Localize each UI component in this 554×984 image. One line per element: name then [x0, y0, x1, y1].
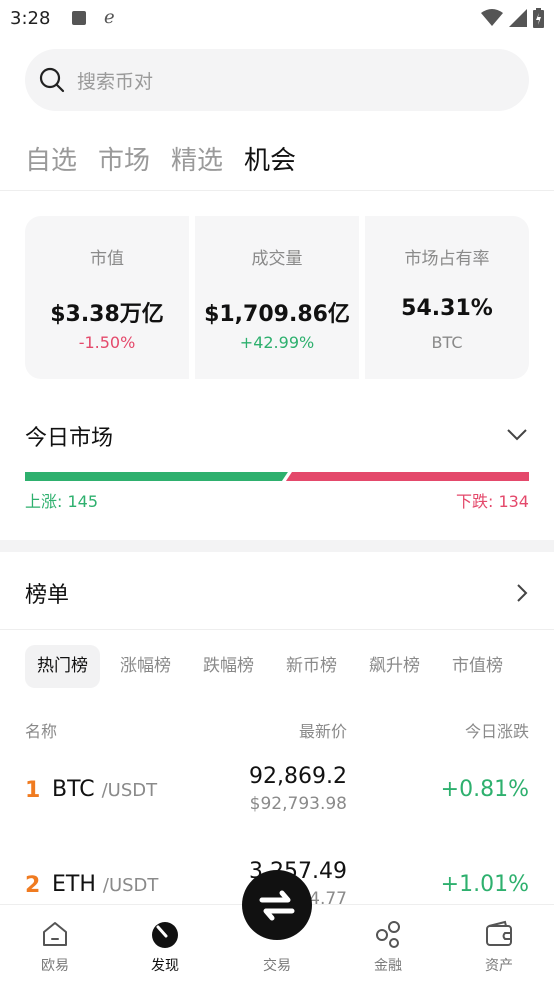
- row-base: BTC: [52, 777, 95, 802]
- battery-icon: [533, 8, 544, 28]
- search-icon: [39, 67, 65, 93]
- row-quote: /USDT: [101, 780, 158, 801]
- nav-finance[interactable]: 金融: [333, 905, 443, 984]
- rankings-title[interactable]: 榜单: [25, 577, 69, 609]
- finance-icon: [376, 921, 400, 948]
- row-pair: BTC /USDT: [52, 777, 157, 802]
- volume-card[interactable]: 成交量 $1,709.86亿 +42.99%: [195, 216, 359, 379]
- filter-fade: [504, 645, 554, 688]
- stat-label: 市值: [90, 249, 124, 269]
- filter-losers[interactable]: 跌幅榜: [191, 645, 266, 688]
- nav-label: 发现: [151, 958, 179, 974]
- tab-featured[interactable]: 精选: [171, 140, 223, 177]
- filter-soaring[interactable]: 飙升榜: [357, 645, 432, 688]
- search-placeholder: 搜索币对: [77, 71, 154, 93]
- search-bar[interactable]: 搜索币对: [25, 49, 529, 111]
- table-row[interactable]: 1 BTC /USDT 92,869.2 $92,793.98 +0.81%: [0, 764, 554, 834]
- top-tabs: 自选 市场 精选 机会: [25, 140, 296, 177]
- ranking-filter-tabs: 热门榜 涨幅榜 跌幅榜 新币榜 飙升榜 市值榜: [25, 645, 515, 688]
- market-cap-card[interactable]: 市值 $3.38万亿 -1.50%: [25, 216, 189, 379]
- tab-opportunity[interactable]: 机会: [244, 140, 296, 177]
- browser-icon: ℯ: [104, 7, 115, 28]
- nav-label: 欧易: [41, 958, 69, 974]
- chevron-right-icon[interactable]: [516, 583, 528, 603]
- signal-icon: [509, 9, 527, 27]
- status-bar: 3:28 ℯ: [0, 0, 554, 38]
- row-change: +0.81%: [440, 777, 529, 802]
- column-header-name: 名称: [25, 722, 58, 741]
- wifi-icon: [481, 9, 503, 26]
- status-indicators: [481, 8, 544, 28]
- stat-change: -1.50%: [78, 333, 136, 352]
- section-divider: [0, 540, 554, 552]
- down-count-label: 下跌: 134: [455, 492, 529, 511]
- row-pair: ETH /USDT: [52, 872, 158, 897]
- row-fiat-price: $92,793.98: [249, 794, 347, 814]
- row-rank: 1: [25, 778, 41, 803]
- stat-value: $3.38万亿: [50, 302, 164, 327]
- filter-gainers[interactable]: 涨幅榜: [108, 645, 183, 688]
- up-down-ratio-bar: [25, 472, 529, 481]
- divider: [0, 629, 554, 630]
- row-rank: 2: [25, 873, 41, 898]
- discover-icon: [152, 922, 178, 948]
- stat-value: 54.31%: [401, 296, 493, 321]
- ratio-up-segment: [25, 472, 288, 481]
- filter-hot[interactable]: 热门榜: [25, 645, 100, 688]
- nav-home[interactable]: 欧易: [0, 905, 110, 984]
- today-market-title: 今日市场: [25, 426, 114, 451]
- column-header-price[interactable]: 最新价: [299, 718, 347, 742]
- wallet-icon: [486, 920, 512, 946]
- divider: [0, 190, 554, 191]
- chevron-down-icon[interactable]: [506, 428, 528, 442]
- stat-label: 成交量: [251, 249, 303, 269]
- stat-change: +42.99%: [239, 333, 315, 352]
- row-price: 92,869.2: [249, 764, 347, 789]
- stat-label: 市场占有率: [404, 249, 490, 269]
- swap-icon: [259, 890, 295, 921]
- tab-market[interactable]: 市场: [98, 140, 150, 177]
- status-time: 3:28: [10, 8, 51, 29]
- nav-discover[interactable]: 发现: [110, 905, 220, 984]
- nav-label: 金融: [374, 958, 402, 974]
- up-count-label: 上涨: 145: [25, 492, 99, 511]
- column-header-change[interactable]: 今日涨跌: [465, 718, 529, 742]
- trade-swap-button[interactable]: [242, 870, 312, 940]
- dominance-card[interactable]: 市场占有率 54.31% BTC: [365, 216, 529, 379]
- ratio-down-segment: [285, 472, 529, 481]
- row-quote: /USDT: [102, 875, 159, 896]
- tab-watchlist[interactable]: 自选: [25, 140, 77, 177]
- stat-coin: BTC: [431, 333, 463, 352]
- nav-label: 资产: [485, 958, 513, 974]
- a-notification-icon: [72, 11, 86, 25]
- stat-value: $1,709.86亿: [204, 302, 350, 327]
- nav-label: 交易: [263, 958, 291, 974]
- filter-new[interactable]: 新币榜: [274, 645, 349, 688]
- nav-assets[interactable]: 资产: [444, 905, 554, 984]
- row-change: +1.01%: [440, 872, 529, 897]
- home-icon: [43, 922, 67, 946]
- row-base: ETH: [52, 872, 96, 897]
